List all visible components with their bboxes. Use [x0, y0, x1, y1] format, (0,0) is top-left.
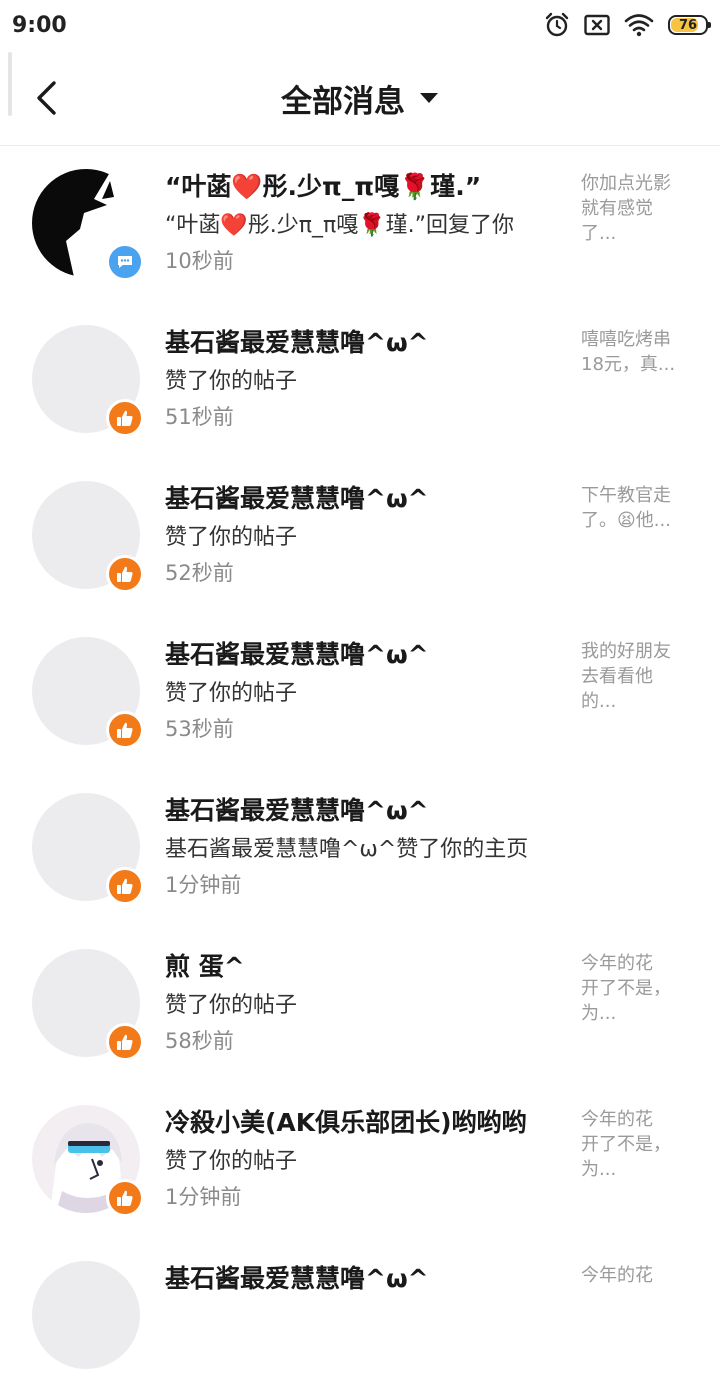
- status-bar: 9:00 76: [0, 0, 720, 50]
- status-icons: 76: [544, 12, 711, 38]
- post-preview: 下午教官走 了。😫他...: [581, 485, 671, 531]
- reply-badge: [106, 243, 144, 281]
- message-time: 1分钟前: [165, 873, 242, 897]
- battery-icon: 76: [668, 15, 711, 35]
- thumbs-up-icon: [117, 410, 133, 426]
- message-item[interactable]: 冷殺小美(AK俱乐部团长)哟哟哟 赞了你的帖子 1分钟前 今年的花 开了不是， …: [0, 1083, 720, 1239]
- post-preview: 我的好朋友 去看看他 的...: [581, 641, 671, 712]
- sim-off-icon: [584, 14, 610, 36]
- message-action: 赞了你的帖子: [165, 1149, 298, 1174]
- caret-down-icon: [420, 93, 438, 103]
- sender-name: 基石酱最爱慧慧噜^ω^: [165, 328, 429, 357]
- post-preview: 今年的花: [581, 1265, 653, 1286]
- post-preview: 嘻嘻吃烤串 18元，真...: [581, 329, 676, 375]
- message-item[interactable]: 基石酱最爱慧慧噜^ω^ 赞了你的帖子 53秒前 我的好朋友 去看看他 的...: [0, 615, 720, 771]
- post-preview: 今年的花 开了不是， 为...: [581, 953, 671, 1024]
- message-item[interactable]: 基石酱最爱慧慧噜^ω^ 今年的花: [0, 1239, 720, 1395]
- battery-level: 76: [678, 17, 698, 33]
- message-time: 52秒前: [165, 561, 234, 585]
- wifi-icon: [624, 13, 654, 37]
- page-title: 全部消息: [281, 83, 405, 120]
- message-item[interactable]: 基石酱最爱慧慧噜^ω^ 基石酱最爱慧慧噜^ω^赞了你的主页 1分钟前: [0, 771, 720, 927]
- alarm-icon: [544, 12, 570, 38]
- message-time: 53秒前: [165, 717, 234, 741]
- like-badge: [106, 555, 144, 593]
- post-preview: 今年的花 开了不是， 为...: [581, 1109, 671, 1180]
- sender-name: 冷殺小美(AK俱乐部团长)哟哟哟: [165, 1108, 527, 1137]
- message-time: 51秒前: [165, 405, 234, 429]
- sender-name: “叶菡❤️彤.少π_π嘎🌹瑾.”: [165, 172, 482, 201]
- message-action: 赞了你的帖子: [165, 681, 298, 706]
- message-time: 1分钟前: [165, 1185, 242, 1209]
- like-badge: [106, 867, 144, 905]
- message-item[interactable]: “叶菡❤️彤.少π_π嘎🌹瑾.” “叶菡❤️彤.少π_π嘎🌹瑾.”回复了你 10…: [0, 147, 720, 303]
- like-badge: [106, 399, 144, 437]
- message-action: 赞了你的帖子: [165, 993, 298, 1018]
- sender-name: 基石酱最爱慧慧噜^ω^: [165, 796, 429, 825]
- like-badge: [106, 1179, 144, 1217]
- message-item[interactable]: 煎 蛋^ 赞了你的帖子 58秒前 今年的花 开了不是， 为...: [0, 927, 720, 1083]
- like-badge: [106, 1023, 144, 1061]
- message-action: “叶菡❤️彤.少π_π嘎🌹瑾.”回复了你: [165, 213, 515, 238]
- header: 全部消息: [0, 50, 720, 146]
- sender-name: 基石酱最爱慧慧噜^ω^: [165, 640, 429, 669]
- reply-bubble-icon: [118, 256, 132, 268]
- message-list: “叶菡❤️彤.少π_π嘎🌹瑾.” “叶菡❤️彤.少π_π嘎🌹瑾.”回复了你 10…: [0, 147, 720, 1395]
- message-item[interactable]: 基石酱最爱慧慧噜^ω^ 赞了你的帖子 52秒前 下午教官走 了。😫他...: [0, 459, 720, 615]
- thumbs-up-icon: [117, 1034, 133, 1050]
- post-preview: 你加点光影 就有感觉 了...: [581, 173, 671, 244]
- message-time: 10秒前: [165, 249, 234, 273]
- message-action: 赞了你的帖子: [165, 525, 298, 550]
- avatar[interactable]: [32, 1261, 140, 1369]
- status-time: 9:00: [12, 12, 67, 38]
- like-badge: [106, 711, 144, 749]
- sender-name: 基石酱最爱慧慧噜^ω^: [165, 1264, 429, 1293]
- thumbs-up-icon: [117, 1190, 133, 1206]
- title-dropdown[interactable]: 全部消息: [0, 50, 720, 146]
- thumbs-up-icon: [117, 722, 133, 738]
- thumbs-up-icon: [117, 566, 133, 582]
- sender-name: 基石酱最爱慧慧噜^ω^: [165, 484, 429, 513]
- thumbs-up-icon: [117, 878, 133, 894]
- message-item[interactable]: 基石酱最爱慧慧噜^ω^ 赞了你的帖子 51秒前 嘻嘻吃烤串 18元，真...: [0, 303, 720, 459]
- message-time: 58秒前: [165, 1029, 234, 1053]
- sender-name: 煎 蛋^: [165, 952, 245, 981]
- message-action: 赞了你的帖子: [165, 369, 298, 394]
- message-action: 基石酱最爱慧慧噜^ω^赞了你的主页: [165, 837, 529, 862]
